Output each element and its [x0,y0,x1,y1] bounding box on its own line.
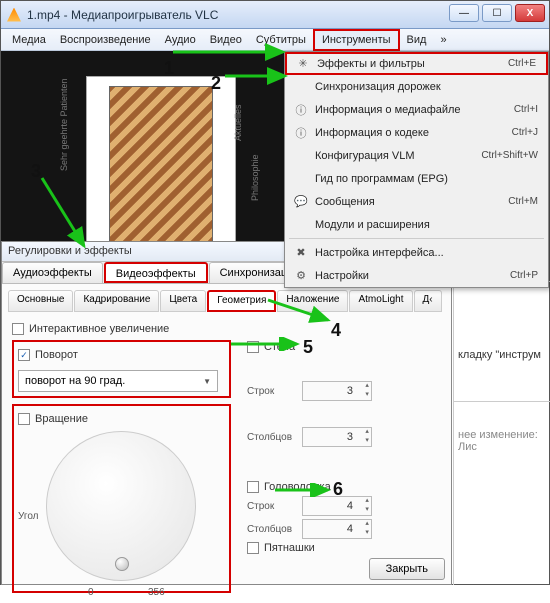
menu-effects-filters[interactable]: ✳ Эффекты и фильтры Ctrl+E [285,52,548,75]
menu-epg[interactable]: Гид по программам (EPG) [285,167,548,190]
menu-media-info[interactable]: ⓘ Информация о медиафайле Ctrl+I [285,98,548,121]
interactive-zoom-checkbox[interactable] [12,323,24,335]
interactive-zoom-label: Интерактивное увеличение [29,323,169,335]
page-snippet-b: кладку "инструм [458,349,541,361]
tab-atmolight[interactable]: AtmoLight [349,290,412,312]
rotation-block: Вращение Угол 0 356 [12,404,231,593]
rotation-label: Вращение [35,413,88,425]
cols-spinner-1[interactable]: 3 [302,427,372,447]
dial-max: 356 [148,587,165,598]
menu-tools[interactable]: Инструменты [313,29,400,51]
wall-label: Стена [264,341,295,353]
dial-min: 0 [88,587,94,598]
puzzle-label: Головоломка [264,481,331,493]
tab-overlay[interactable]: Наложение [277,290,348,312]
rows-spinner-1[interactable]: 3 [302,381,372,401]
rows-label-2: Строк [247,501,302,512]
window-title: 1.mp4 - Медиапроигрыватель VLC [27,8,218,22]
rotation-dial[interactable] [46,431,196,581]
menu-messages[interactable]: 💬 Сообщения Ctrl+M [285,190,548,213]
hr-2 [453,401,550,402]
cols-label-2: Столбцов [247,524,302,535]
menu-customize-interface[interactable]: ✖ Настройка интерфейса... [285,241,548,264]
video-frame [86,76,236,241]
rows-spinner-2[interactable]: 4 [302,496,372,516]
tab-crop[interactable]: Кадрирование [74,290,159,312]
menu-view[interactable]: Вид [400,31,434,49]
menu-separator [289,238,544,239]
customize-icon: ✖ [291,246,311,259]
menu-subtitles[interactable]: Субтитры [249,31,313,49]
menu-audio[interactable]: Аудио [158,31,203,49]
rotation-checkbox[interactable] [18,413,30,425]
wall-checkbox[interactable] [247,341,259,353]
fifteen-checkbox[interactable] [247,542,259,554]
window-title-bar: 1.mp4 - Медиапроигрыватель VLC — ☐ X [1,1,549,29]
menu-media[interactable]: Медиа [5,31,53,49]
menu-plugins[interactable]: Модули и расширения [285,213,548,236]
vertical-divider [453,241,454,585]
tab-scroll[interactable]: Д‹ [414,290,442,312]
info-icon: ⓘ [291,102,311,118]
effects-icon: ✳ [293,57,313,70]
tab-colors[interactable]: Цвета [160,290,206,312]
menu-preferences[interactable]: ⚙ Настройки Ctrl+P [285,264,548,287]
page-snippet-c: нее изменение: Лис [458,429,549,453]
rotate-block: ✓ Поворот поворот на 90 град. ▼ [12,340,231,398]
rotate-label: Поворот [35,349,78,361]
video-still [109,86,213,241]
close-button[interactable]: X [515,4,545,22]
tab-video-effects[interactable]: Видеоэффекты [104,262,208,283]
menu-video[interactable]: Видео [203,31,249,49]
interactive-zoom-row: Интерактивное увеличение [12,323,441,335]
vlc-cone-icon [7,8,21,22]
puzzle-checkbox[interactable] [247,481,259,493]
rotate-combo[interactable]: поворот на 90 град. ▼ [18,370,218,392]
messages-icon: 💬 [291,195,311,208]
tab-geometry[interactable]: Геометрия [207,290,276,312]
tools-dropdown: ✳ Эффекты и фильтры Ctrl+E Синхронизация… [284,51,549,288]
dial-knob[interactable] [115,557,129,571]
info-icon: ⓘ [291,125,311,141]
video-text-r2: Philosophie [250,154,260,201]
sub-tabs: Основные Кадрирование Цвета Геометрия На… [8,290,445,312]
rotate-checkbox[interactable]: ✓ [18,349,30,361]
fifteen-label: Пятнашки [264,542,315,554]
rotate-value: поворот на 90 град. [25,375,125,387]
menu-playback[interactable]: Воспроизведение [53,31,158,49]
rows-label-1: Строк [247,386,302,397]
cols-spinner-2[interactable]: 4 [302,519,372,539]
video-text-left: Sehr geehrte Patienten [59,78,69,171]
menu-vlm-config[interactable]: Конфигурация VLM Ctrl+Shift+W [285,144,548,167]
tab-basic[interactable]: Основные [8,290,73,312]
menu-codec-info[interactable]: ⓘ Информация о кодеке Ctrl+J [285,121,548,144]
cols-label-1: Столбцов [247,432,302,443]
minimize-button[interactable]: — [449,4,479,22]
angle-label: Угол [18,511,39,522]
chevron-down-icon: ▼ [203,377,211,386]
video-text-r1: Aktuelles [233,104,243,141]
gear-icon: ⚙ [291,269,311,282]
maximize-button[interactable]: ☐ [482,4,512,22]
tab-audio-effects[interactable]: Аудиоэффекты [2,262,103,283]
menu-bar: Медиа Воспроизведение Аудио Видео Субтит… [1,29,549,51]
close-dialog-button[interactable]: Закрыть [369,558,445,580]
adjustments-window: Регулировки и эффекты Аудиоэффекты Видео… [1,241,452,585]
menu-track-sync[interactable]: Синхронизация дорожек [285,75,548,98]
menu-more[interactable]: » [433,31,453,49]
